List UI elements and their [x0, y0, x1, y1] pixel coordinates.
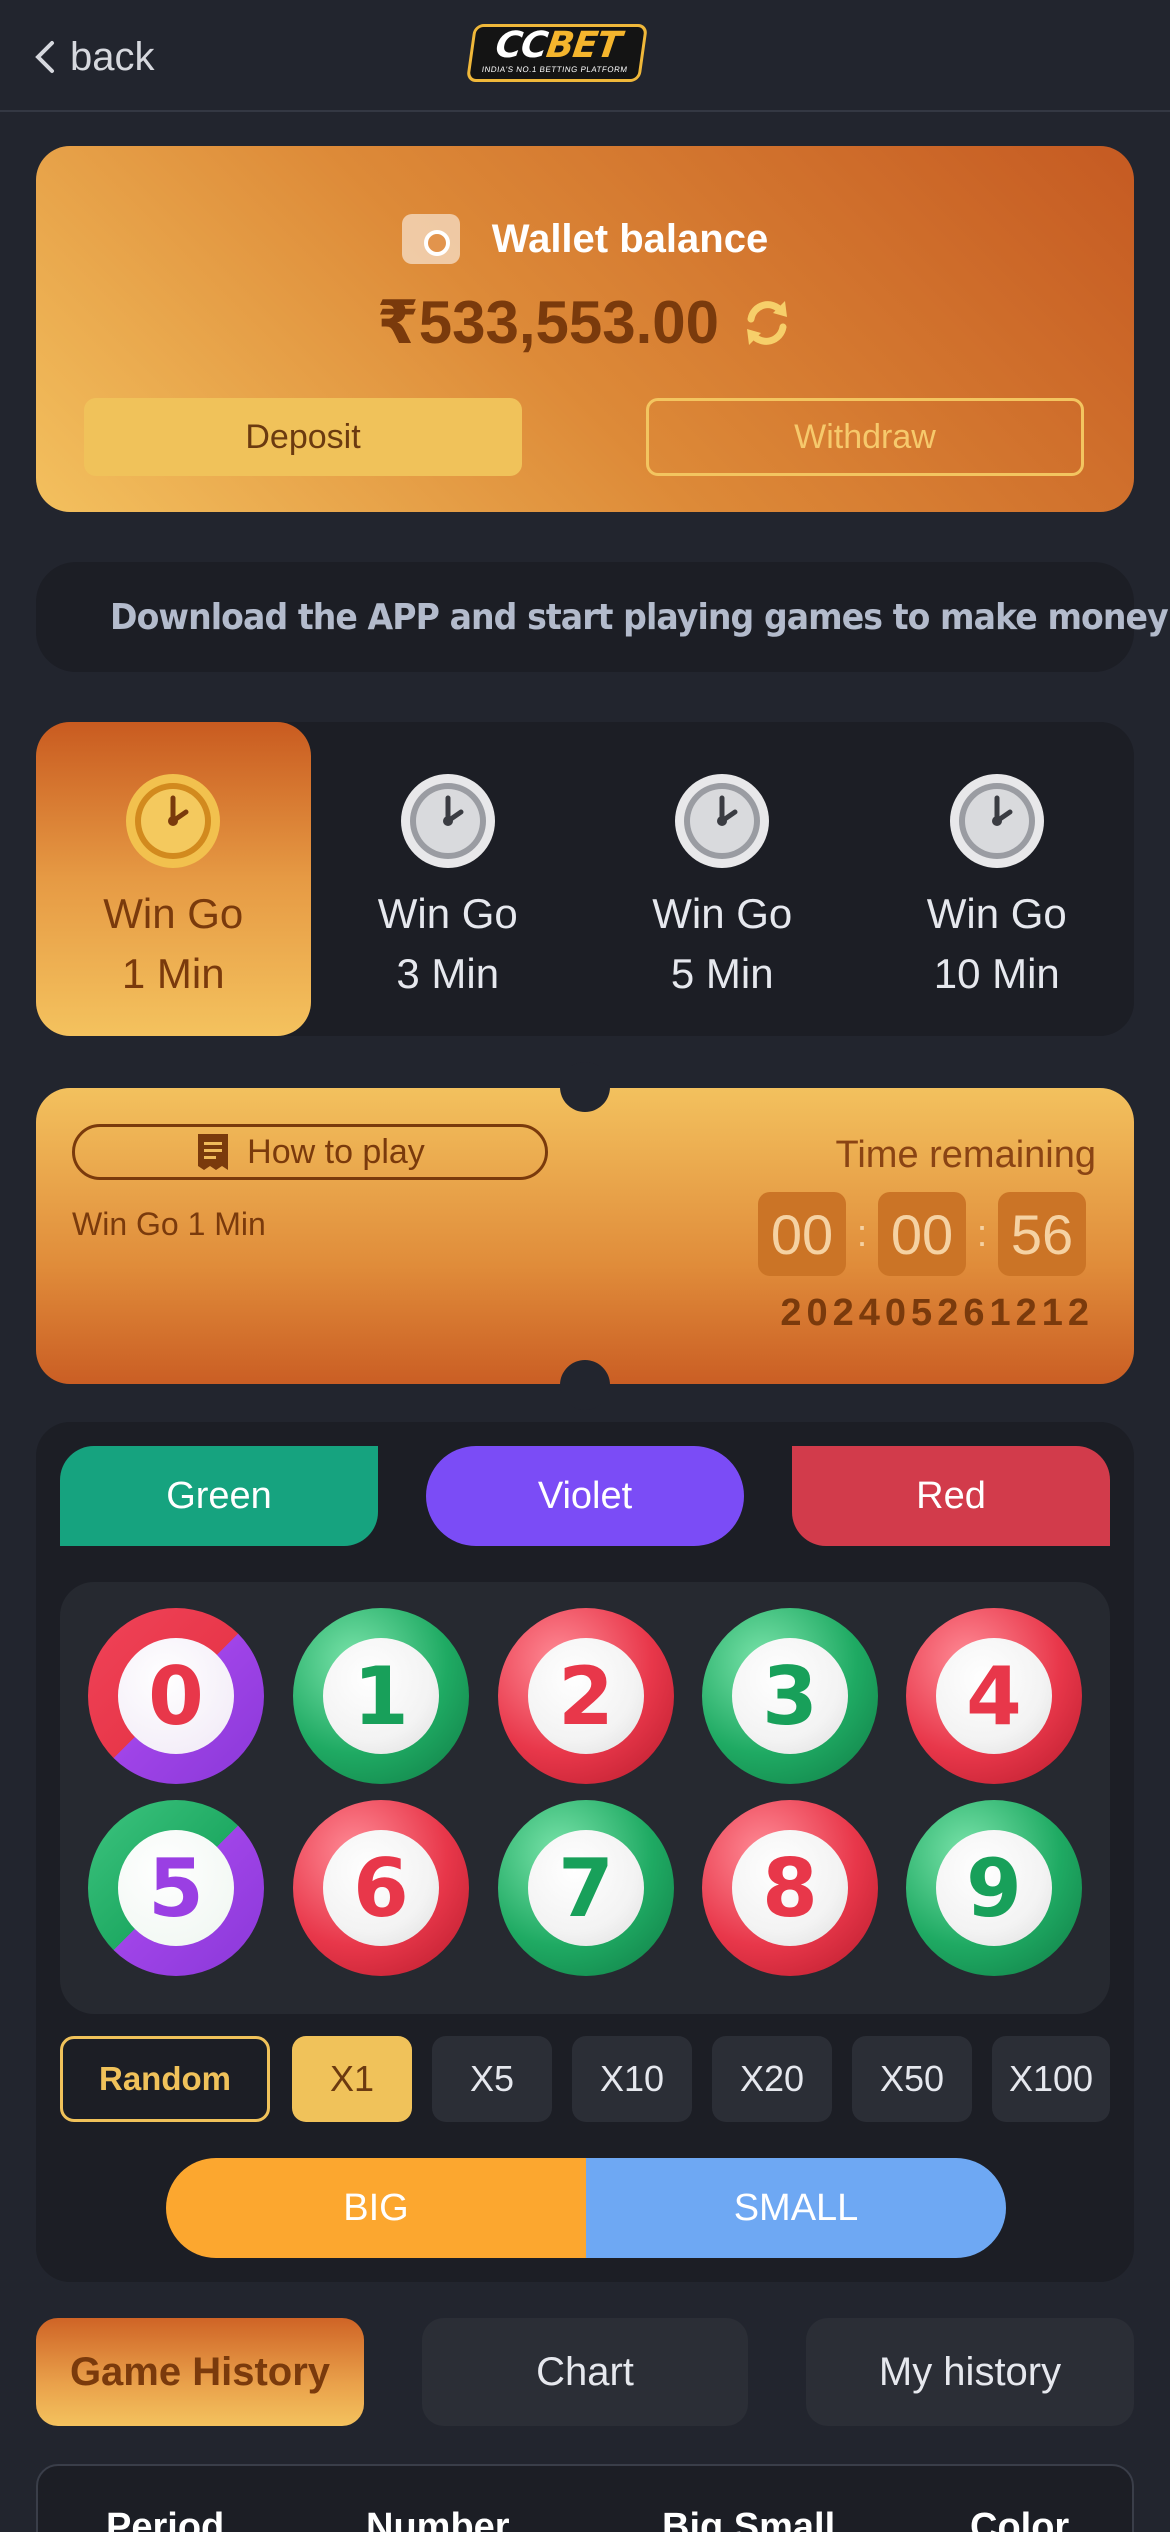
number-ball-5[interactable]: 5: [88, 1800, 264, 1976]
top-bar: back CCBET INDIA'S NO.1 BETTING PLATFORM: [0, 0, 1170, 112]
tab-win-go-5-min[interactable]: Win Go 5 Min: [585, 722, 860, 1036]
big-small-toggle: BIG SMALL: [166, 2158, 1006, 2258]
number-grid: 0 1 2 3 4 5 6 7 8 9: [60, 1582, 1110, 2014]
wallet-balance: ₹533,553.00: [376, 289, 720, 356]
ball-number: 3: [732, 1638, 848, 1754]
small-button[interactable]: SMALL: [586, 2158, 1006, 2258]
number-ball-1[interactable]: 1: [293, 1608, 469, 1784]
betting-panel: Green Violet Red 0 1 2 3 4 5 6 7 8 9 Ran…: [36, 1422, 1134, 2282]
how-to-play-button[interactable]: How to play: [72, 1124, 548, 1180]
tab-label-line1: Win Go: [377, 890, 518, 937]
column-color: Color: [970, 2506, 1070, 2532]
tab-win-go-3-min[interactable]: Win Go 3 Min: [311, 722, 586, 1036]
logo-text-cc: CC: [492, 25, 550, 66]
multiplier-row: Random X1 X5 X10 X20 X50 X100: [60, 2036, 1110, 2122]
refresh-icon[interactable]: [741, 297, 793, 349]
tab-win-go-10-min[interactable]: Win Go 10 Min: [860, 722, 1135, 1036]
back-button[interactable]: back: [32, 32, 155, 82]
chevron-left-icon: [35, 41, 54, 73]
number-ball-8[interactable]: 8: [702, 1800, 878, 1976]
period-number: 202405261212: [780, 1292, 1094, 1334]
round-ticket: How to play Win Go 1 Min Time remaining …: [36, 1062, 1134, 1410]
wallet-icon: [401, 214, 460, 264]
notice-bar: Download the APP and start playing games…: [36, 562, 1169, 672]
multiplier-x100[interactable]: X100: [992, 2036, 1110, 2122]
game-mode-tabs: Win Go 1 Min Win Go 3 Min Win Go 5 Min W…: [36, 722, 1134, 1036]
ball-number: 7: [528, 1830, 644, 1946]
ticket-game-name: Win Go 1 Min: [72, 1206, 266, 1242]
time-remaining-label: Time remaining: [835, 1134, 1096, 1176]
tab-game-history[interactable]: Game History: [36, 2318, 364, 2426]
column-big-small: Big Small: [662, 2506, 836, 2532]
timer-separator: :: [856, 1212, 868, 1255]
ball-number: 6: [323, 1830, 439, 1946]
random-button[interactable]: Random: [60, 2036, 270, 2122]
ticket-notch: [560, 1360, 610, 1410]
clock-icon: [949, 774, 1044, 868]
multiplier-x20[interactable]: X20: [712, 2036, 832, 2122]
clock-icon: [675, 774, 770, 868]
tab-label-line1: Win Go: [103, 890, 244, 937]
tab-label-line1: Win Go: [926, 890, 1067, 937]
number-ball-3[interactable]: 3: [702, 1608, 878, 1784]
big-button[interactable]: BIG: [166, 2158, 586, 2258]
timer-minutes: 00: [878, 1192, 966, 1276]
timer-seconds: 56: [998, 1192, 1086, 1276]
multiplier-x10[interactable]: X10: [572, 2036, 692, 2122]
multiplier-x50[interactable]: X50: [852, 2036, 972, 2122]
tab-label-line2: 5 Min: [670, 950, 774, 997]
bet-violet-button[interactable]: Violet: [426, 1446, 744, 1546]
number-ball-6[interactable]: 6: [293, 1800, 469, 1976]
number-ball-9[interactable]: 9: [906, 1800, 1082, 1976]
clock-icon: [400, 774, 495, 868]
notice-text: Download the APP and start playing games…: [110, 596, 1169, 638]
tab-label-line2: 10 Min: [933, 950, 1060, 997]
deposit-button[interactable]: Deposit: [84, 398, 522, 476]
ball-number: 9: [936, 1830, 1052, 1946]
tab-label-line1: Win Go: [652, 890, 793, 937]
ball-number: 8: [732, 1830, 848, 1946]
multiplier-x5[interactable]: X5: [432, 2036, 552, 2122]
ball-number: 0: [118, 1638, 234, 1754]
ticket-notch: [560, 1062, 610, 1112]
multiplier-x1[interactable]: X1: [292, 2036, 412, 2122]
tab-label-line2: 3 Min: [396, 950, 500, 997]
receipt-icon: [198, 1134, 229, 1170]
column-period: Period: [106, 2506, 225, 2532]
bet-green-button[interactable]: Green: [60, 1446, 378, 1546]
countdown-timer: 00 : 00 : 56: [758, 1192, 1086, 1276]
number-ball-4[interactable]: 4: [906, 1608, 1082, 1784]
how-to-play-label: How to play: [247, 1132, 425, 1171]
tab-chart[interactable]: Chart: [422, 2318, 748, 2426]
ball-number: 4: [936, 1638, 1052, 1754]
bet-red-button[interactable]: Red: [792, 1446, 1110, 1546]
tab-win-go-1-min[interactable]: Win Go 1 Min: [36, 722, 311, 1036]
logo-tagline: INDIA'S NO.1 BETTING PLATFORM: [481, 65, 629, 74]
number-ball-2[interactable]: 2: [498, 1608, 674, 1784]
timer-hours: 00: [758, 1192, 846, 1276]
clock-icon: [126, 774, 221, 868]
ball-number: 5: [118, 1830, 234, 1946]
back-label: back: [70, 34, 155, 79]
withdraw-button[interactable]: Withdraw: [646, 398, 1084, 476]
ball-number: 1: [323, 1638, 439, 1754]
ccbet-logo: CCBET INDIA'S NO.1 BETTING PLATFORM: [465, 24, 649, 82]
column-number: Number: [366, 2506, 510, 2532]
logo-text-bet: BET: [543, 25, 624, 66]
tab-label-line2: 1 Min: [121, 950, 225, 997]
tab-my-history[interactable]: My history: [806, 2318, 1134, 2426]
number-ball-7[interactable]: 7: [498, 1800, 674, 1976]
wallet-label: Wallet balance: [491, 216, 769, 261]
timer-separator: :: [976, 1212, 988, 1255]
wallet-card: Wallet balance ₹533,553.00 Deposit Withd…: [36, 146, 1134, 512]
number-ball-0[interactable]: 0: [88, 1608, 264, 1784]
ball-number: 2: [528, 1638, 644, 1754]
history-table-header: Period Number Big Small Color: [36, 2464, 1134, 2532]
